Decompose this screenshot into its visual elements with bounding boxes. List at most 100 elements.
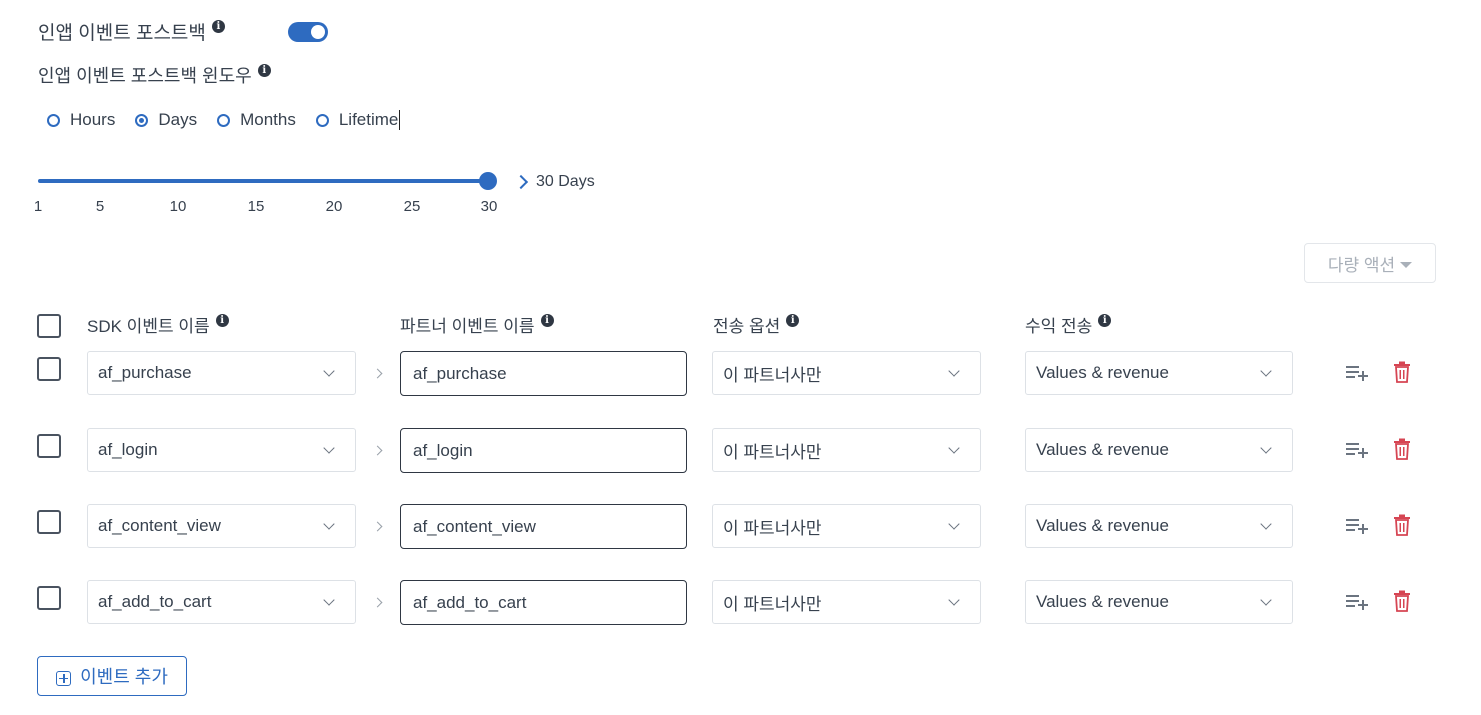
- playlist-add-icon[interactable]: [1345, 361, 1369, 385]
- partner-event-input[interactable]: [400, 580, 687, 625]
- trash-icon[interactable]: [1392, 514, 1412, 536]
- plus-box-icon: [56, 670, 72, 686]
- chevron-right-icon: [372, 368, 383, 379]
- slider-tick: 5: [95, 198, 105, 215]
- row-checkbox[interactable]: [37, 586, 61, 610]
- radio-circle: [47, 113, 60, 127]
- slider-tick: 1: [33, 198, 43, 215]
- playlist-add-icon[interactable]: [1345, 514, 1369, 538]
- send-option-select[interactable]: 이 파트너사만: [712, 504, 981, 548]
- info-icon[interactable]: i: [786, 314, 800, 327]
- slider-tick: 20: [325, 198, 343, 215]
- select-value: af_login: [98, 440, 158, 459]
- revenue-select[interactable]: Values & revenue: [1025, 351, 1293, 395]
- chevron-down-icon: [1260, 517, 1272, 530]
- text-cursor: [399, 110, 401, 130]
- revenue-select[interactable]: Values & revenue: [1025, 580, 1293, 624]
- select-value: 이 파트너사만: [723, 442, 822, 462]
- select-value: af_content_view: [98, 516, 221, 535]
- bulk-actions-dropdown[interactable]: 다량 액션: [1304, 243, 1436, 283]
- radio-label: Lifetime: [338, 110, 399, 129]
- radio-days[interactable]: Days: [135, 110, 197, 130]
- chevron-down-icon: [948, 517, 960, 530]
- select-value: Values & revenue: [1036, 516, 1169, 535]
- add-event-button[interactable]: 이벤트 추가: [37, 656, 187, 696]
- select-value: af_add_to_cart: [98, 592, 212, 611]
- slider-track[interactable]: [38, 179, 488, 183]
- chevron-down-icon: [1260, 593, 1272, 606]
- header-partner-event: 파트너 이벤트 이름 i: [400, 312, 554, 337]
- select-value: af_purchase: [98, 363, 192, 382]
- chevron-down-icon: [948, 593, 960, 606]
- chevron-down-icon: [323, 517, 335, 530]
- slider-tick: 30: [480, 198, 498, 215]
- header-send-option: 전송 옵션 i: [713, 312, 800, 337]
- revenue-select[interactable]: Values & revenue: [1025, 504, 1293, 548]
- radio-months[interactable]: Months: [217, 110, 296, 130]
- slider-value-label: 30 Days: [536, 173, 595, 190]
- sdk-event-select[interactable]: af_content_view: [87, 504, 356, 548]
- radio-circle-checked: [135, 113, 149, 127]
- row-checkbox[interactable]: [37, 510, 61, 534]
- radio-hours[interactable]: Hours: [47, 110, 115, 130]
- row-checkbox[interactable]: [37, 434, 61, 458]
- chevron-down-icon: [323, 593, 335, 606]
- send-option-select[interactable]: 이 파트너사만: [712, 580, 981, 624]
- bulk-actions-label: 다량 액션: [1327, 255, 1396, 275]
- postback-window-label: 인앱 이벤트 포스트백 윈도우: [38, 66, 252, 86]
- header-label: 전송 옵션: [713, 317, 781, 336]
- radio-lifetime[interactable]: Lifetime: [315, 110, 401, 130]
- window-unit-radio-group: Hours Days Months Lifetime: [47, 110, 420, 130]
- chevron-down-icon: [948, 364, 960, 377]
- header-sdk-event: SDK 이벤트 이름 i: [87, 312, 229, 337]
- postback-title: 인앱 이벤트 포스트백 i: [38, 18, 225, 45]
- chevron-down-icon: [1260, 441, 1272, 454]
- slider-value: 30 Days: [513, 173, 595, 191]
- chevron-down-icon: [1260, 364, 1272, 377]
- select-value: 이 파트너사만: [723, 594, 822, 614]
- header-label: 파트너 이벤트 이름: [400, 317, 535, 336]
- chevron-right-icon: [513, 174, 529, 190]
- info-icon[interactable]: i: [1098, 314, 1112, 327]
- slider-tick: 10: [169, 198, 187, 215]
- info-icon[interactable]: i: [540, 314, 554, 327]
- header-label: SDK 이벤트 이름: [87, 317, 210, 336]
- chevron-right-icon: [372, 521, 383, 532]
- select-value: Values & revenue: [1036, 592, 1169, 611]
- info-icon[interactable]: i: [211, 20, 225, 33]
- send-option-select[interactable]: 이 파트너사만: [712, 428, 981, 472]
- toggle-knob: [311, 25, 325, 39]
- partner-event-input[interactable]: [400, 428, 687, 473]
- radio-circle: [315, 113, 329, 127]
- revenue-select[interactable]: Values & revenue: [1025, 428, 1293, 472]
- select-all-checkbox[interactable]: [37, 314, 61, 338]
- slider-tick: 25: [403, 198, 421, 215]
- info-icon[interactable]: i: [215, 314, 229, 327]
- postback-label: 인앱 이벤트 포스트백: [38, 23, 206, 44]
- playlist-add-icon[interactable]: [1345, 438, 1369, 462]
- postback-toggle[interactable]: [288, 22, 328, 42]
- partner-event-input[interactable]: [400, 504, 687, 549]
- playlist-add-icon[interactable]: [1345, 590, 1369, 614]
- radio-label: Hours: [70, 110, 116, 129]
- sdk-event-select[interactable]: af_login: [87, 428, 356, 472]
- sdk-event-select[interactable]: af_add_to_cart: [87, 580, 356, 624]
- slider-thumb[interactable]: [479, 172, 497, 190]
- row-checkbox[interactable]: [37, 357, 61, 381]
- trash-icon[interactable]: [1392, 438, 1412, 460]
- trash-icon[interactable]: [1392, 361, 1412, 383]
- select-value: Values & revenue: [1036, 440, 1169, 459]
- chevron-down-icon: [323, 364, 335, 377]
- chevron-right-icon: [372, 597, 383, 608]
- radio-label: Days: [158, 110, 198, 129]
- chevron-down-icon: [948, 441, 960, 454]
- caret-down-icon: [1400, 262, 1413, 268]
- header-label: 수익 전송: [1025, 317, 1093, 336]
- info-icon[interactable]: i: [257, 64, 271, 77]
- select-value: 이 파트너사만: [723, 518, 822, 538]
- send-option-select[interactable]: 이 파트너사만: [712, 351, 981, 395]
- sdk-event-select[interactable]: af_purchase: [87, 351, 356, 395]
- add-event-label: 이벤트 추가: [80, 667, 168, 687]
- trash-icon[interactable]: [1392, 590, 1412, 612]
- partner-event-input[interactable]: [400, 351, 687, 396]
